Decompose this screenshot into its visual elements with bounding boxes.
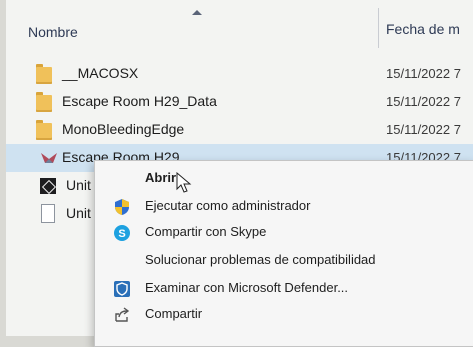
app-icon: [41, 153, 57, 163]
file-name: MonoBleedingEdge: [62, 121, 185, 137]
skype-icon: S: [114, 225, 130, 241]
share-icon: [115, 307, 130, 322]
menu-item-label: Compartir con Skype: [145, 224, 267, 239]
file-row[interactable]: __MACOSX 15/11/2022 7: [6, 60, 473, 88]
menu-item-label: Ejecutar como administrador: [145, 198, 311, 213]
unity-icon: [40, 178, 56, 194]
folder-icon: [36, 120, 52, 140]
menu-item-share[interactable]: Compartir: [95, 301, 473, 327]
context-menu: Abrir Ejecutar como administrador S Comp…: [94, 160, 473, 347]
column-header-date[interactable]: Fecha de m: [386, 21, 460, 37]
file-name: Unit: [66, 177, 91, 193]
defender-icon: [114, 281, 130, 297]
file-date: 15/11/2022 7: [386, 122, 461, 137]
menu-item-label: Solucionar problemas de compatibilidad: [145, 252, 376, 267]
column-header-name[interactable]: Nombre: [28, 24, 78, 40]
column-divider[interactable]: [378, 8, 379, 48]
mouse-cursor-icon: [176, 172, 192, 193]
file-name: Escape Room H29_Data: [62, 93, 217, 109]
file-row[interactable]: Escape Room H29_Data 15/11/2022 7: [6, 88, 473, 116]
menu-item-label: Compartir: [145, 306, 203, 321]
column-header: Nombre Fecha de m: [6, 0, 473, 50]
folder-icon: [36, 92, 52, 112]
document-icon: [41, 204, 55, 223]
uac-shield-icon: [115, 199, 129, 215]
sort-ascending-icon[interactable]: [192, 10, 202, 15]
svg-text:S: S: [118, 228, 125, 240]
menu-item-share-skype[interactable]: S Compartir con Skype: [95, 219, 473, 245]
file-name: Unit: [66, 205, 91, 221]
file-row[interactable]: MonoBleedingEdge 15/11/2022 7: [6, 116, 473, 144]
menu-item-troubleshoot-compatibility[interactable]: Solucionar problemas de compatibilidad: [95, 247, 473, 273]
menu-item-scan-defender[interactable]: Examinar con Microsoft Defender...: [95, 275, 473, 301]
menu-item-open[interactable]: Abrir: [95, 165, 473, 191]
menu-item-label: Abrir: [145, 170, 177, 185]
file-date: 15/11/2022 7: [386, 94, 461, 109]
menu-item-run-as-admin[interactable]: Ejecutar como administrador: [95, 193, 473, 219]
folder-icon: [36, 64, 52, 84]
file-name: __MACOSX: [62, 65, 139, 81]
file-date: 15/11/2022 7: [386, 66, 461, 81]
menu-item-label: Examinar con Microsoft Defender...: [145, 280, 349, 295]
